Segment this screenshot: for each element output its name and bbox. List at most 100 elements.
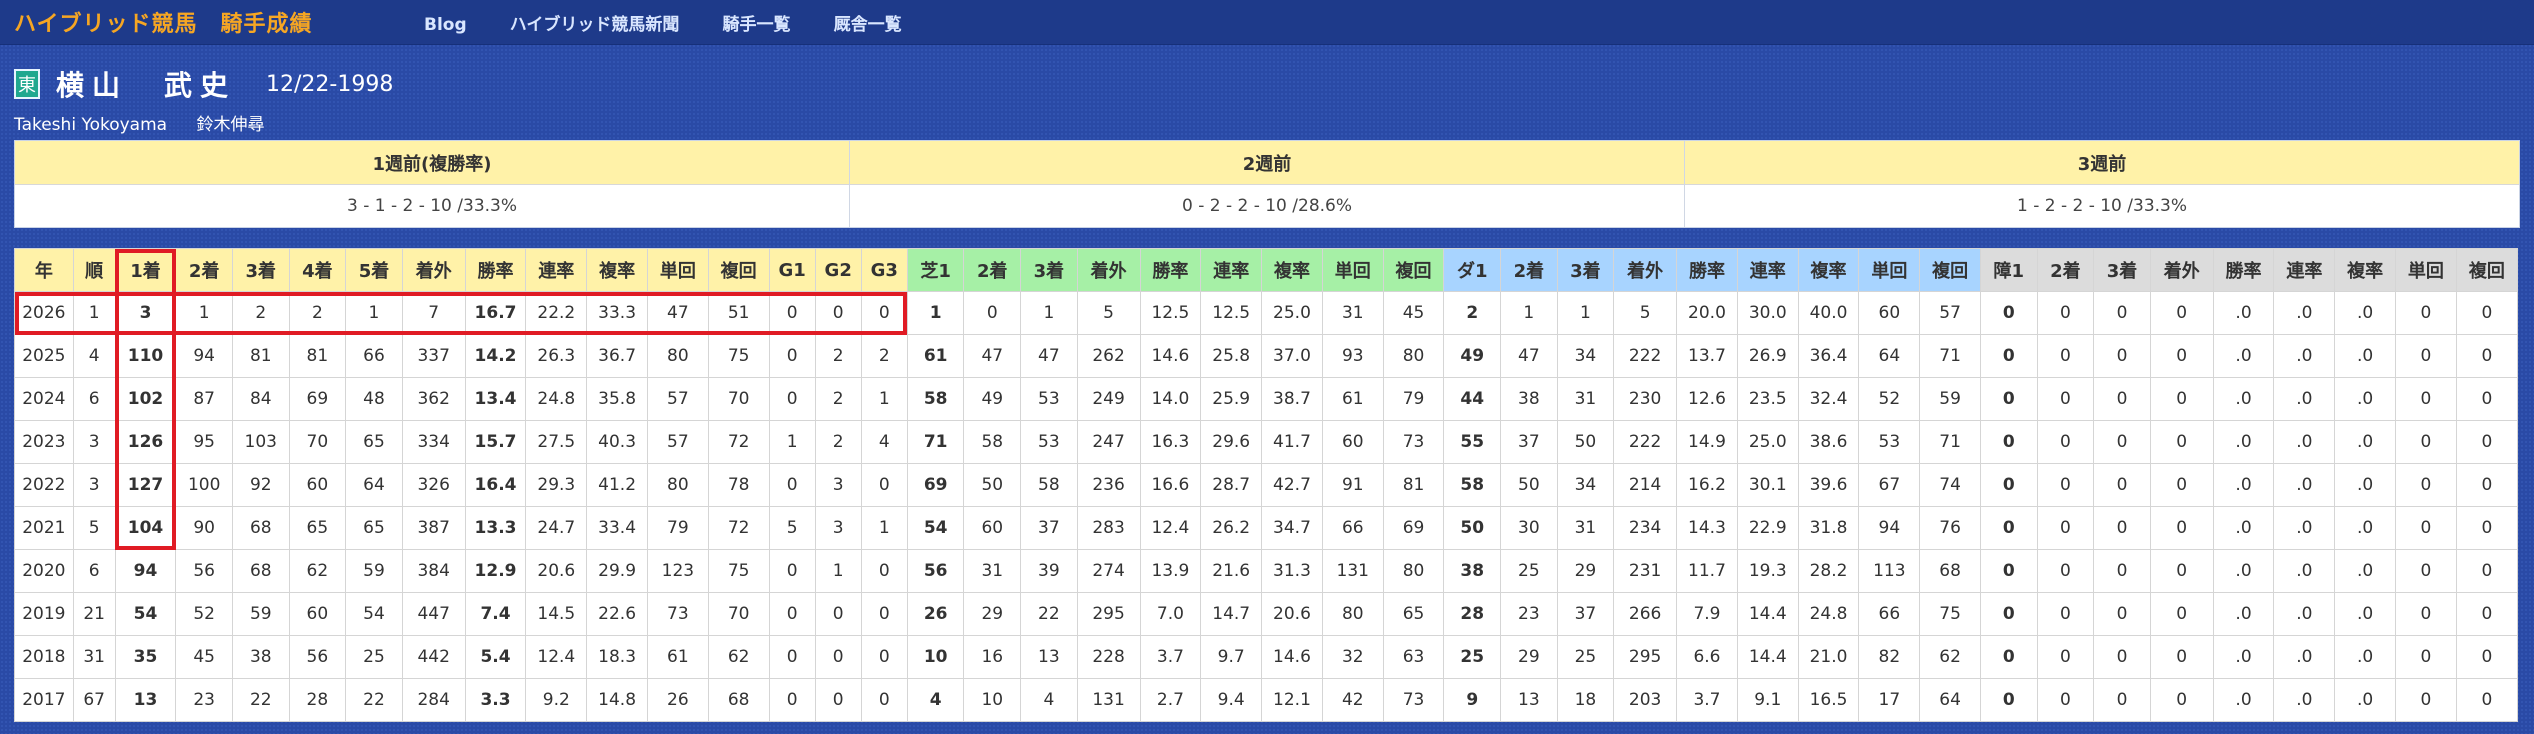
cell-turf-win-rate: 14.6 <box>1139 334 1202 378</box>
col-header-dirt-place-rate[interactable]: 複率 <box>1797 248 1860 292</box>
cell-jump-third: 0 <box>2093 463 2151 507</box>
col-header-dirt-win-return[interactable]: 単回 <box>1858 248 1921 292</box>
col-header-fourth[interactable]: 4着 <box>288 248 347 292</box>
cell-quinella-rate: 24.8 <box>525 377 588 421</box>
cell-g3: 2 <box>860 334 908 378</box>
col-header-place-return[interactable]: 複回 <box>707 248 770 292</box>
cell-jump-second: 0 <box>2036 291 2095 335</box>
cell-dirt-place-return: 75 <box>1919 592 1981 636</box>
cell-dirt-out: 222 <box>1613 420 1678 464</box>
col-header-out[interactable]: 着外 <box>401 248 466 292</box>
col-header-turf-win-return[interactable]: 単回 <box>1321 248 1384 292</box>
cell-jump-place-rate: .0 <box>2334 463 2396 507</box>
col-header-turf-win-rate[interactable]: 勝率 <box>1139 248 1202 292</box>
col-header-win-return[interactable]: 単回 <box>646 248 709 292</box>
cell-turf-quinella-rate: 14.7 <box>1200 592 1263 636</box>
cell-win-return: 26 <box>646 678 709 722</box>
cell-out: 7 <box>401 291 466 335</box>
cell-dirt-win-return: 67 <box>1858 463 1921 507</box>
cell-rank: 6 <box>72 377 116 421</box>
col-header-rank[interactable]: 順 <box>72 248 116 292</box>
cell-turf-second: 50 <box>963 463 1022 507</box>
col-header-jump-wins[interactable]: 障1 <box>1980 248 2038 292</box>
cell-jump-second: 0 <box>2036 377 2095 421</box>
cell-turf-win-return: 131 <box>1321 549 1384 593</box>
col-header-turf-third[interactable]: 3着 <box>1020 248 1078 292</box>
col-header-jump-win-return[interactable]: 単回 <box>2395 248 2457 292</box>
cell-jump-place-return: 0 <box>2455 592 2519 636</box>
cell-turf-place-rate: 31.3 <box>1261 549 1323 593</box>
col-header-dirt-second[interactable]: 2着 <box>1500 248 1558 292</box>
cell-jump-quinella-rate: .0 <box>2273 549 2336 593</box>
col-header-turf-wins[interactable]: 芝1 <box>906 248 965 292</box>
cell-dirt-win-return: 82 <box>1858 635 1921 679</box>
cell-dirt-quinella-rate: 30.0 <box>1736 291 1799 335</box>
col-header-jump-third[interactable]: 3着 <box>2093 248 2151 292</box>
col-header-win-rate[interactable]: 勝率 <box>464 248 527 292</box>
col-header-dirt-wins[interactable]: ダ1 <box>1443 248 1502 292</box>
col-header-dirt-place-return[interactable]: 複回 <box>1919 248 1981 292</box>
col-header-fifth[interactable]: 5着 <box>345 248 403 292</box>
cell-g1: 0 <box>768 592 816 636</box>
col-header-wins[interactable]: 1着 <box>114 248 177 292</box>
cell-turf-third: 53 <box>1020 377 1078 421</box>
cell-jump-second: 0 <box>2036 549 2095 593</box>
week-3: 3週前 1 - 2 - 2 - 10 /33.3% <box>1685 141 2519 227</box>
cell-jump-quinella-rate: .0 <box>2273 420 2336 464</box>
cell-win-return: 47 <box>646 291 709 335</box>
cell-turf-place-return: 73 <box>1382 420 1445 464</box>
cell-g3: 0 <box>860 678 908 722</box>
col-header-jump-quinella-rate[interactable]: 連率 <box>2273 248 2336 292</box>
cell-place-return: 75 <box>707 549 770 593</box>
col-header-dirt-quinella-rate[interactable]: 連率 <box>1736 248 1799 292</box>
col-header-turf-out[interactable]: 着外 <box>1076 248 1141 292</box>
week-2: 2週前 0 - 2 - 2 - 10 /28.6% <box>850 141 1685 227</box>
col-header-second[interactable]: 2着 <box>175 248 233 292</box>
col-header-turf-quinella-rate[interactable]: 連率 <box>1200 248 1263 292</box>
nav-jockey-list[interactable]: 騎手一覧 <box>723 15 791 35</box>
col-header-turf-place-rate[interactable]: 複率 <box>1261 248 1323 292</box>
cell-place-return: 72 <box>707 506 770 550</box>
cell-turf-second: 60 <box>963 506 1022 550</box>
cell-fifth: 54 <box>345 592 403 636</box>
col-header-jump-win-rate[interactable]: 勝率 <box>2212 248 2275 292</box>
col-header-g2[interactable]: G2 <box>814 248 862 292</box>
cell-fifth: 65 <box>345 506 403 550</box>
cell-g2: 0 <box>814 678 862 722</box>
col-header-jump-place-rate[interactable]: 複率 <box>2334 248 2396 292</box>
nav-stable-list[interactable]: 厩舎一覧 <box>834 15 902 35</box>
cell-dirt-out: 203 <box>1613 678 1678 722</box>
col-header-g3[interactable]: G3 <box>860 248 908 292</box>
cell-turf-place-rate: 38.7 <box>1261 377 1323 421</box>
cell-dirt-quinella-rate: 19.3 <box>1736 549 1799 593</box>
nav-blog[interactable]: Blog <box>424 15 467 35</box>
cell-dirt-place-return: 57 <box>1919 291 1981 335</box>
nav-newspaper[interactable]: ハイブリッド競馬新聞 <box>510 15 680 35</box>
col-header-quinella-rate[interactable]: 連率 <box>525 248 588 292</box>
cell-third: 68 <box>231 506 290 550</box>
cell-jump-second: 0 <box>2036 334 2095 378</box>
stable-badge: 東 <box>14 69 40 99</box>
col-header-turf-place-return[interactable]: 複回 <box>1382 248 1445 292</box>
col-header-dirt-win-rate[interactable]: 勝率 <box>1676 248 1738 292</box>
cell-dirt-place-return: 76 <box>1919 506 1981 550</box>
col-header-g1[interactable]: G1 <box>768 248 816 292</box>
cell-fourth: 2 <box>288 291 347 335</box>
site-brand[interactable]: ハイブリッド競馬 騎手成績 <box>0 6 424 38</box>
cell-turf-place-return: 69 <box>1382 506 1445 550</box>
col-header-dirt-third[interactable]: 3着 <box>1556 248 1615 292</box>
col-header-jump-place-return[interactable]: 複回 <box>2455 248 2519 292</box>
col-header-place-rate[interactable]: 複率 <box>586 248 648 292</box>
cell-third: 84 <box>231 377 290 421</box>
cell-jump-third: 0 <box>2093 291 2151 335</box>
col-header-third[interactable]: 3着 <box>231 248 290 292</box>
col-header-turf-second[interactable]: 2着 <box>963 248 1022 292</box>
cell-g2: 2 <box>814 420 862 464</box>
col-header-year[interactable]: 年 <box>14 248 74 292</box>
col-header-jump-second[interactable]: 2着 <box>2036 248 2095 292</box>
col-header-jump-out[interactable]: 着外 <box>2149 248 2214 292</box>
cell-jump-place-rate: .0 <box>2334 377 2396 421</box>
cell-fourth: 62 <box>288 549 347 593</box>
cell-third: 92 <box>231 463 290 507</box>
col-header-dirt-out[interactable]: 着外 <box>1613 248 1678 292</box>
